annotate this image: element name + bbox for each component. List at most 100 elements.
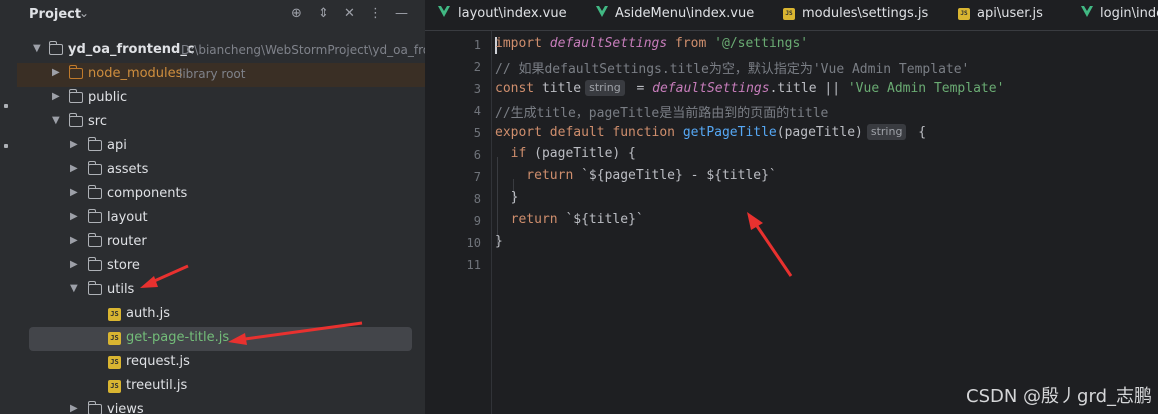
strip-mark [4,104,8,108]
code-line[interactable]: //生成title，pageTitle是当前路由到的页面的title [495,102,828,124]
code-token: //生成title，pageTitle是当前路由到的页面的title [495,106,829,121]
code-line[interactable]: // 如果defaultSettings.title为空，默认指定为'Vue A… [495,58,969,80]
tree-item-node-modules[interactable]: ▶ node_modules library root [17,63,425,87]
tool-window-strip [0,0,18,414]
line-number: 9 [473,214,481,228]
folder-icon [87,401,102,414]
code-line[interactable]: return `${pageTitle} - ${title}` [495,168,777,190]
code-token: (pageTitle) [776,125,863,140]
panel-title[interactable]: Project [29,7,81,22]
tree-item-layout[interactable]: ▶ layout [17,207,425,231]
code-line[interactable]: export default function getPageTitle(pag… [495,124,926,146]
js-file-icon: JS [108,332,121,345]
code-line[interactable]: import defaultSettings from '@/settings' [495,36,808,58]
chevron-down-icon[interactable]: ⌄ [79,6,89,20]
code-token: // 如果defaultSettings.title为空，默认指定为'Vue A… [495,62,970,77]
js-file-icon: JS [783,8,795,20]
tab-label: AsideMenu\index.vue [615,6,755,21]
code-token: if [495,146,535,161]
expand-arrow-icon[interactable]: ▼ [33,44,43,54]
type-hint: string [585,80,625,96]
tree-item-label: get-page-title.js [126,330,230,345]
code-token: `${title}` [565,212,644,227]
more-options-icon[interactable]: ⋮ [369,6,382,21]
expand-arrow-icon[interactable]: ▶ [70,236,80,246]
code-token: return [495,212,566,227]
tree-item-label: store [107,258,140,273]
code-line[interactable]: } [495,190,519,212]
project-path: D:\biancheng\WebStormProject\yd_oa_fro [181,43,425,57]
expand-arrow-icon[interactable]: ▶ [70,260,80,270]
code-token: defaultSettings [549,36,668,51]
tree-item-label: public [88,90,128,105]
tree-item-api[interactable]: ▶ api [17,135,425,159]
code-token: (pageTitle) { [534,146,636,161]
tree-item-store[interactable]: ▶ store [17,255,425,279]
folder-icon [87,233,102,247]
tree-item-src[interactable]: ▼ src [17,111,425,135]
locate-icon[interactable]: ⊕ [291,6,302,21]
minimize-icon[interactable]: — [395,6,408,21]
code-token: `${pageTitle} - ${title}` [581,168,777,183]
type-hint: string [866,124,907,140]
line-number: 4 [473,104,481,118]
expand-arrow-icon[interactable]: ▼ [52,116,62,126]
expand-arrow-icon[interactable]: ▼ [70,284,80,294]
code-line[interactable]: } [495,234,503,256]
tree-item-label: assets [107,162,149,177]
folder-icon [68,89,83,103]
tab-label: login\index [1100,6,1158,21]
code-token: const [495,81,542,96]
folder-icon [87,185,102,199]
expand-arrow-icon[interactable]: ▶ [70,404,80,414]
strip-mark [4,144,8,148]
tree-item-auth-js[interactable]: JS auth.js [17,303,425,327]
folder-icon [68,113,83,127]
editor-tabbar: layout\index.vue AsideMenu\index.vue JS … [425,0,1158,31]
expand-all-icon[interactable]: ⇕ [318,6,329,21]
tree-item-views[interactable]: ▶ views [17,399,425,414]
code-token: '@/settings' [714,36,809,51]
folder-icon [87,257,102,271]
tree-item-label: treeutil.js [126,378,188,393]
collapse-all-icon[interactable]: ✕ [344,6,355,21]
tree-item-router[interactable]: ▶ router [17,231,425,255]
tree-item-assets[interactable]: ▶ assets [17,159,425,183]
tree-item-treeutil-js[interactable]: JS treeutil.js [17,375,425,399]
tree-item-request-js[interactable]: JS request.js [17,351,425,375]
tree-item-get-page-title-js[interactable]: JS get-page-title.js [29,327,412,351]
code-token: import [495,36,550,51]
code-line[interactable]: if (pageTitle) { [495,146,636,168]
code-token: getPageTitle [682,125,777,140]
tree-item-root[interactable]: ▼ yd_oa_frontend_c D:\biancheng\WebStorm… [17,39,425,63]
expand-arrow-icon[interactable]: ▶ [70,164,80,174]
code-token: .title || [769,81,848,96]
folder-icon [87,209,102,223]
tree-item-components[interactable]: ▶ components [17,183,425,207]
expand-arrow-icon[interactable]: ▶ [70,140,80,150]
folder-icon [68,65,83,79]
code-line[interactable]: return `${title}` [495,212,644,234]
line-number-gutter: 1 2 3 4 5 6 7 8 9 10 11 [425,31,492,414]
expand-arrow-icon[interactable]: ▶ [52,68,62,78]
tree-item-label: utils [107,282,135,297]
expand-arrow-icon[interactable]: ▶ [70,188,80,198]
tree-item-label: api [107,138,127,153]
code-line[interactable]: const title string = defaultSettings.titl… [495,80,1004,102]
code-editor[interactable]: 1 2 3 4 5 6 7 8 9 10 11 import defaultSettings fro… [425,31,1158,414]
tree-item-utils[interactable]: ▼ utils [17,279,425,303]
vue-file-icon [1081,6,1093,17]
project-panel: Project ⌄ ⊕ ⇕ ✕ ⋮ — ▼ yd_oa_frontend_c D… [17,0,425,414]
js-file-icon: JS [108,380,121,393]
expand-arrow-icon[interactable]: ▶ [52,92,62,102]
line-number: 3 [473,82,481,96]
tab-label: layout\index.vue [458,6,567,21]
tab-label: modules\settings.js [802,6,929,21]
expand-arrow-icon[interactable]: ▶ [70,212,80,222]
code-token: } [495,190,519,205]
code-token: 'Vue Admin Template' [847,81,1005,96]
tree-item-label: yd_oa_frontend_c [68,42,195,57]
code-token: defaultSettings [652,81,770,96]
code-token: export default function [495,125,683,140]
tree-item-public[interactable]: ▶ public [17,87,425,111]
